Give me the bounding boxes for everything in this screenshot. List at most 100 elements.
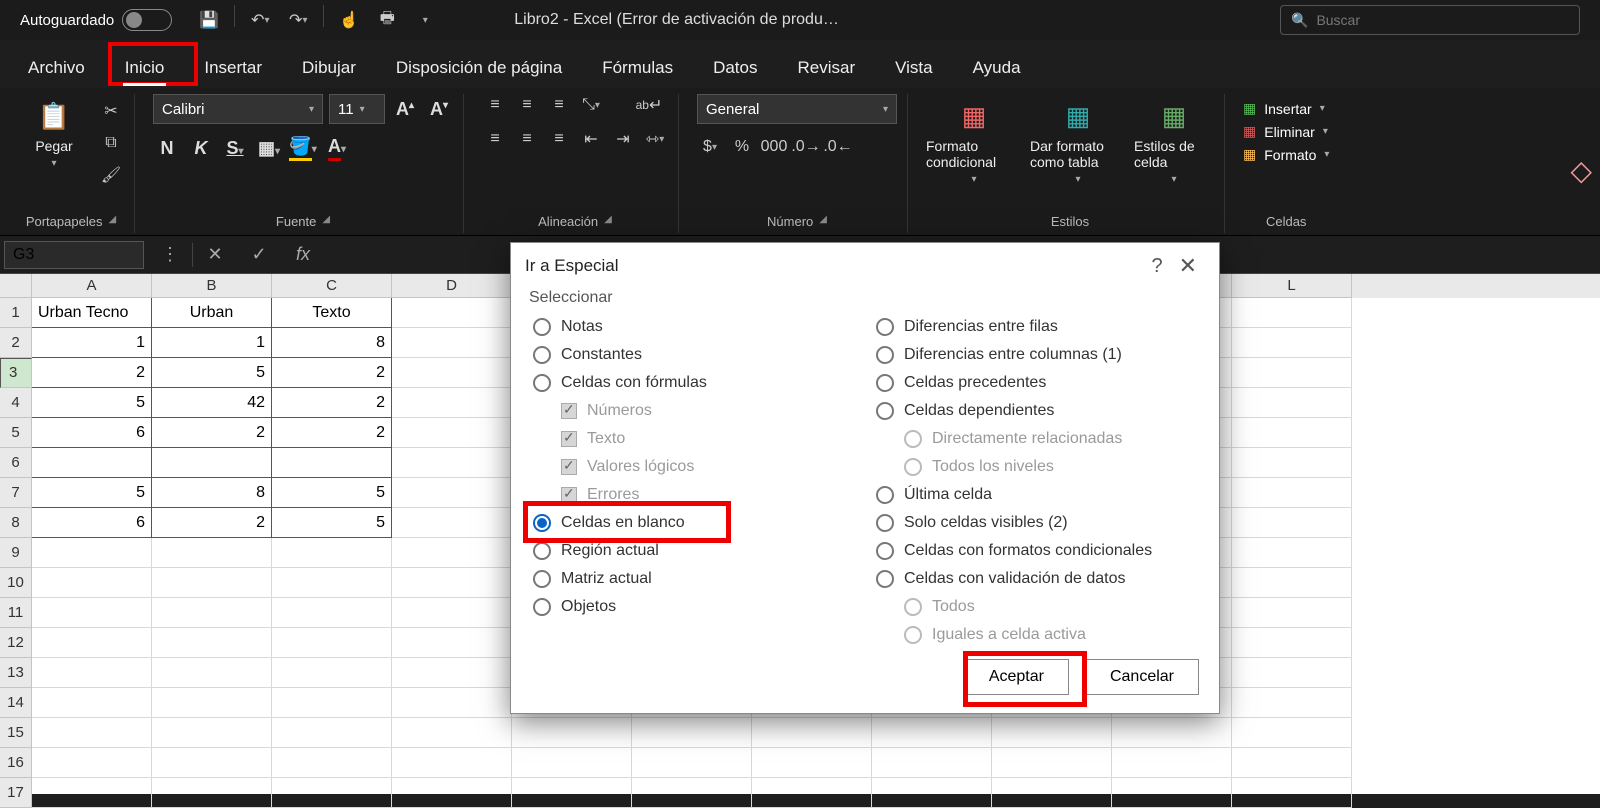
cell[interactable] (152, 538, 272, 568)
cell[interactable] (632, 778, 752, 808)
row-header[interactable]: 15 (0, 718, 32, 748)
column-header[interactable]: A (32, 274, 152, 298)
cell[interactable] (1232, 538, 1352, 568)
fill-color-icon[interactable]: 🪣▾ (289, 136, 317, 161)
cell[interactable] (1232, 778, 1352, 808)
cell[interactable] (1112, 778, 1232, 808)
row-header[interactable]: 5 (0, 418, 32, 448)
cell[interactable] (152, 748, 272, 778)
cell[interactable] (1232, 358, 1352, 388)
cell[interactable] (152, 598, 272, 628)
cell[interactable]: Urban (152, 298, 272, 328)
cell[interactable] (272, 568, 392, 598)
cut-icon[interactable]: ✂ (98, 100, 124, 122)
cell[interactable]: 8 (272, 328, 392, 358)
option-solo-celdas-visibles-2-[interactable]: Solo celdas visibles (2) (872, 509, 1201, 537)
comma-icon[interactable]: 000 (761, 136, 787, 158)
format-painter-icon[interactable]: 🖌 (98, 164, 124, 186)
option-celdas-precedentes[interactable]: Celdas precedentes (872, 369, 1201, 397)
format-table-button[interactable]: ▦Dar formato como tabla▾ (1030, 94, 1126, 185)
align-left-icon[interactable]: ≡ (482, 128, 508, 150)
tab-vista[interactable]: Vista (889, 50, 939, 88)
cell[interactable]: 5 (32, 388, 152, 418)
italic-button[interactable]: K (187, 138, 215, 159)
cell[interactable] (32, 628, 152, 658)
option-objetos[interactable]: Objetos (529, 593, 858, 621)
tab-datos[interactable]: Datos (707, 50, 763, 88)
cell[interactable] (1232, 718, 1352, 748)
cell[interactable]: 5 (32, 478, 152, 508)
cell[interactable] (512, 718, 632, 748)
cell[interactable] (272, 778, 392, 808)
cell[interactable] (152, 778, 272, 808)
cell[interactable] (392, 718, 512, 748)
column-header[interactable]: D (392, 274, 512, 298)
dialog-launcher-icon[interactable]: ◢ (108, 214, 116, 229)
cell[interactable] (752, 748, 872, 778)
decrease-indent-icon[interactable]: ⇤ (578, 128, 604, 150)
option--ltima-celda[interactable]: Última celda (872, 481, 1201, 509)
cell[interactable] (512, 778, 632, 808)
search-input[interactable]: 🔍 Buscar (1280, 5, 1580, 35)
cell[interactable] (392, 748, 512, 778)
tab-ayuda[interactable]: Ayuda (967, 50, 1027, 88)
tab-inicio[interactable]: Inicio (119, 50, 171, 88)
cell[interactable]: 42 (152, 388, 272, 418)
font-color-icon[interactable]: A▾ (323, 136, 351, 161)
cell[interactable]: 5 (272, 508, 392, 538)
cell[interactable]: 1 (152, 328, 272, 358)
option-regi-n-actual[interactable]: Región actual (529, 537, 858, 565)
cell[interactable] (32, 718, 152, 748)
bold-button[interactable]: N (153, 138, 181, 159)
row-header[interactable]: 12 (0, 628, 32, 658)
option-celdas-con-f-rmulas[interactable]: Celdas con fórmulas (529, 369, 858, 397)
option-constantes[interactable]: Constantes (529, 341, 858, 369)
borders-icon[interactable]: ▦▾ (255, 138, 283, 159)
namebox-dropdown-icon[interactable]: ⋮ (148, 244, 192, 265)
cell[interactable] (272, 688, 392, 718)
ok-button[interactable]: Aceptar (964, 659, 1069, 695)
tab-archivo[interactable]: Archivo (22, 50, 91, 88)
row-header[interactable]: 10 (0, 568, 32, 598)
qat-customize-icon[interactable]: ▾ (408, 5, 442, 35)
save-icon[interactable]: 💾 (192, 5, 226, 35)
cell[interactable] (152, 718, 272, 748)
cell[interactable] (392, 328, 512, 358)
cell[interactable] (1232, 298, 1352, 328)
orientation-icon[interactable]: ⤡▾ (578, 94, 604, 116)
cell[interactable] (32, 448, 152, 478)
cell-styles-button[interactable]: ▦Estilos de celda▾ (1134, 94, 1214, 185)
cell[interactable] (32, 778, 152, 808)
cell[interactable]: 6 (32, 418, 152, 448)
cell[interactable]: 8 (152, 478, 272, 508)
cell[interactable] (632, 718, 752, 748)
cell[interactable] (872, 718, 992, 748)
cell[interactable] (1232, 388, 1352, 418)
cell[interactable]: 2 (272, 418, 392, 448)
cell[interactable] (1232, 688, 1352, 718)
cell[interactable] (1232, 418, 1352, 448)
cell[interactable] (32, 658, 152, 688)
cell[interactable] (392, 778, 512, 808)
option-celdas-dependientes[interactable]: Celdas dependientes (872, 397, 1201, 425)
cell[interactable] (392, 358, 512, 388)
align-top-icon[interactable]: ≡ (482, 94, 508, 116)
cell[interactable]: Texto (272, 298, 392, 328)
cell[interactable] (1232, 478, 1352, 508)
tab-disposición de página[interactable]: Disposición de página (390, 50, 568, 88)
cell[interactable] (992, 718, 1112, 748)
row-header[interactable]: 14 (0, 688, 32, 718)
cell[interactable] (272, 448, 392, 478)
copy-icon[interactable]: ⧉ (98, 132, 124, 154)
merge-icon[interactable]: ⇿▾ (642, 128, 668, 150)
font-name-select[interactable]: Calibri▾ (153, 94, 323, 124)
cell[interactable] (1232, 448, 1352, 478)
row-header[interactable]: 7 (0, 478, 32, 508)
delete-cells-button[interactable]: ▦Eliminar▾ (1243, 123, 1329, 140)
cell[interactable] (272, 598, 392, 628)
increase-indent-icon[interactable]: ⇥ (610, 128, 636, 150)
redo-icon[interactable]: ↷▾ (281, 5, 315, 35)
cancel-formula-icon[interactable]: ✕ (193, 244, 237, 265)
row-header[interactable]: 11 (0, 598, 32, 628)
cell[interactable] (152, 688, 272, 718)
